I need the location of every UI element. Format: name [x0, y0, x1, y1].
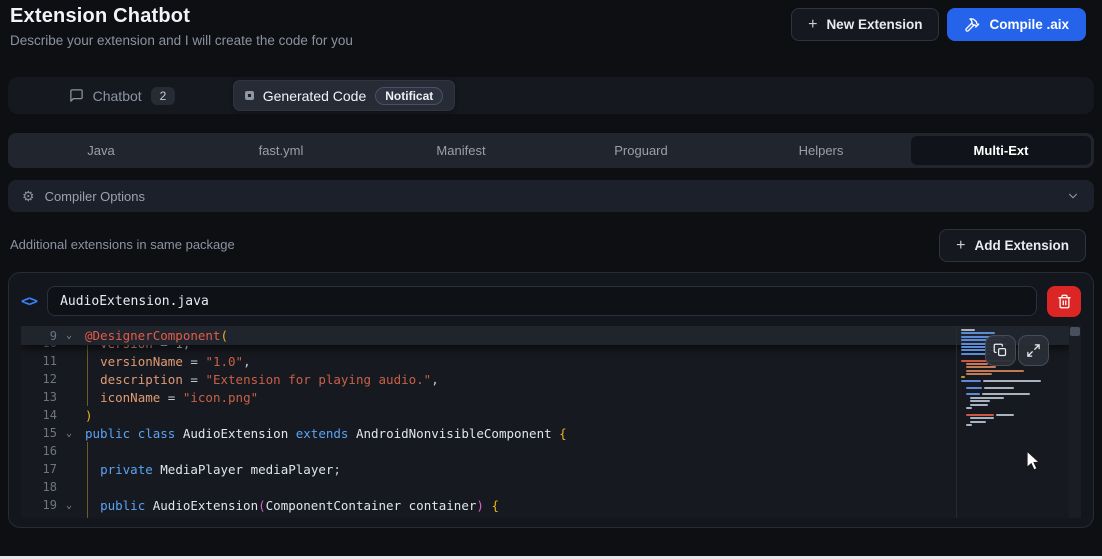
fold-chevron-icon[interactable]: ⌄ [57, 428, 81, 439]
chatbot-count-badge: 2 [150, 86, 176, 105]
code-line-18[interactable]: 18 [21, 478, 1081, 496]
chat-bubble-icon [69, 88, 84, 103]
file-tab-manifest[interactable]: Manifest [371, 136, 551, 165]
file-tab-multi-ext[interactable]: Multi-Ext [911, 136, 1091, 165]
sticky-scroll-line[interactable]: 9 ⌄ @DesignerComponent( [21, 326, 1069, 345]
scrollbar-thumb[interactable] [1070, 327, 1080, 336]
tab-chatbot-label: Chatbot [92, 87, 142, 104]
indent-guide [87, 496, 88, 514]
tab-chatbot[interactable]: Chatbot 2 [11, 80, 233, 111]
line-number: 9 [49, 328, 57, 343]
file-tab-java[interactable]: Java [11, 136, 191, 165]
plus-icon: + [808, 15, 818, 33]
indent-guide [87, 478, 88, 496]
line-number: 14 [42, 408, 57, 422]
indent-guide [87, 352, 88, 370]
line-number: 11 [42, 354, 57, 368]
code-line-14[interactable]: 14) [21, 406, 1081, 424]
plus-icon: + [956, 236, 966, 254]
code-line-text: description = "Extension for playing aud… [100, 371, 439, 387]
copy-icon [993, 343, 1008, 358]
main-tab-strip: Chatbot 2 Generated Code Notificat [8, 77, 1094, 114]
new-extension-label: New Extension [826, 17, 923, 32]
code-line-text: public class AudioExtension extends Andr… [85, 425, 567, 441]
code-line-17[interactable]: 17 private MediaPlayer mediaPlayer; [21, 460, 1081, 478]
indent-guide [87, 442, 88, 460]
indent-guide [87, 514, 88, 518]
code-line-13[interactable]: 13 iconName = "icon.png" [21, 388, 1081, 406]
line-number: 12 [42, 372, 57, 386]
code-line-text: versionName = "1.0", [100, 353, 251, 369]
tab-generated-code-label: Generated Code [262, 87, 367, 104]
tab-generated-code[interactable]: Generated Code Notificat [233, 80, 455, 111]
fold-chevron-icon[interactable]: ⌄ [57, 500, 81, 511]
editor-overlay-buttons [985, 335, 1049, 366]
line-number: 18 [42, 480, 57, 494]
code-line-20[interactable]: 20 super(container.$form()); [21, 514, 1081, 518]
indent-guide [87, 388, 88, 406]
filename-input[interactable] [47, 286, 1037, 316]
page-subtitle: Describe your extension and I will creat… [10, 33, 353, 48]
file-row: <> [21, 285, 1081, 317]
code-brackets-icon: <> [21, 292, 38, 310]
copy-code-button[interactable] [985, 335, 1016, 366]
indent-guide [87, 460, 88, 478]
gear-icon: ⚙ [22, 188, 35, 204]
code-line-text: private MediaPlayer mediaPlayer; [100, 461, 341, 477]
notification-badge: Notificat [375, 86, 444, 105]
extensions-caption: Additional extensions in same package [10, 237, 235, 252]
compile-aix-button[interactable]: Compile .aix [947, 8, 1086, 41]
new-extension-button[interactable]: + New Extension [791, 8, 940, 41]
code-line-text: ) [85, 407, 93, 423]
file-tab-proguard[interactable]: Proguard [551, 136, 731, 165]
code-line-19[interactable]: 19 ⌄ public AudioExtension(ComponentConta… [21, 496, 1081, 514]
chevron-down-icon [1066, 189, 1080, 203]
line-number: 15 [42, 426, 57, 440]
page-header: Extension Chatbot Describe your extensio… [10, 5, 353, 48]
add-extension-button[interactable]: + Add Extension [939, 229, 1086, 262]
indent-guide [87, 370, 88, 388]
compiler-options-toggle[interactable]: ⚙ Compiler Options [8, 180, 1094, 212]
code-line-text: super(container.$form()); [81, 516, 303, 519]
delete-extension-button[interactable] [1047, 285, 1081, 317]
code-line-12[interactable]: 12 description = "Extension for playing … [21, 370, 1081, 388]
line-number: 13 [42, 390, 57, 404]
code-line-15[interactable]: 15 ⌄ public class AudioExtension extends A… [21, 424, 1081, 442]
expand-icon [1026, 343, 1041, 358]
fold-chevron-icon[interactable]: ⌄ [57, 330, 81, 341]
code-line-16[interactable]: 16 [21, 442, 1081, 460]
line-number: 17 [42, 462, 57, 476]
window-dot-icon [244, 91, 254, 100]
line-number: 16 [42, 444, 57, 458]
code-line-text: public AudioExtension(ComponentContainer… [100, 497, 499, 513]
file-tab-strip: Java fast.yml Manifest Proguard Helpers Multi… [8, 133, 1094, 168]
line-number: 20 [21, 516, 57, 518]
code-line-text: iconName = "icon.png" [100, 389, 259, 405]
hammer-icon [964, 17, 980, 33]
extension-editor-card: <> 10 version = 1,11 versionName = "1.0"… [8, 272, 1094, 528]
code-line-11[interactable]: 11 versionName = "1.0", [21, 352, 1081, 370]
file-tab-fast-yml[interactable]: fast.yml [191, 136, 371, 165]
code-editor[interactable]: 10 version = 1,11 versionName = "1.0",12… [21, 326, 1081, 518]
scrollbar-track[interactable] [1069, 326, 1081, 518]
trash-icon [1057, 294, 1072, 309]
header-actions: + New Extension Compile .aix [791, 8, 1086, 41]
compiler-options-label: Compiler Options [44, 188, 145, 204]
compile-label: Compile .aix [989, 17, 1069, 32]
add-extension-label: Add Extension [974, 238, 1069, 253]
code-line-text: @DesignerComponent( [85, 328, 228, 343]
page-title: Extension Chatbot [10, 5, 191, 27]
line-number: 19 [42, 498, 57, 512]
expand-code-button[interactable] [1018, 335, 1049, 366]
file-tab-helpers[interactable]: Helpers [731, 136, 911, 165]
